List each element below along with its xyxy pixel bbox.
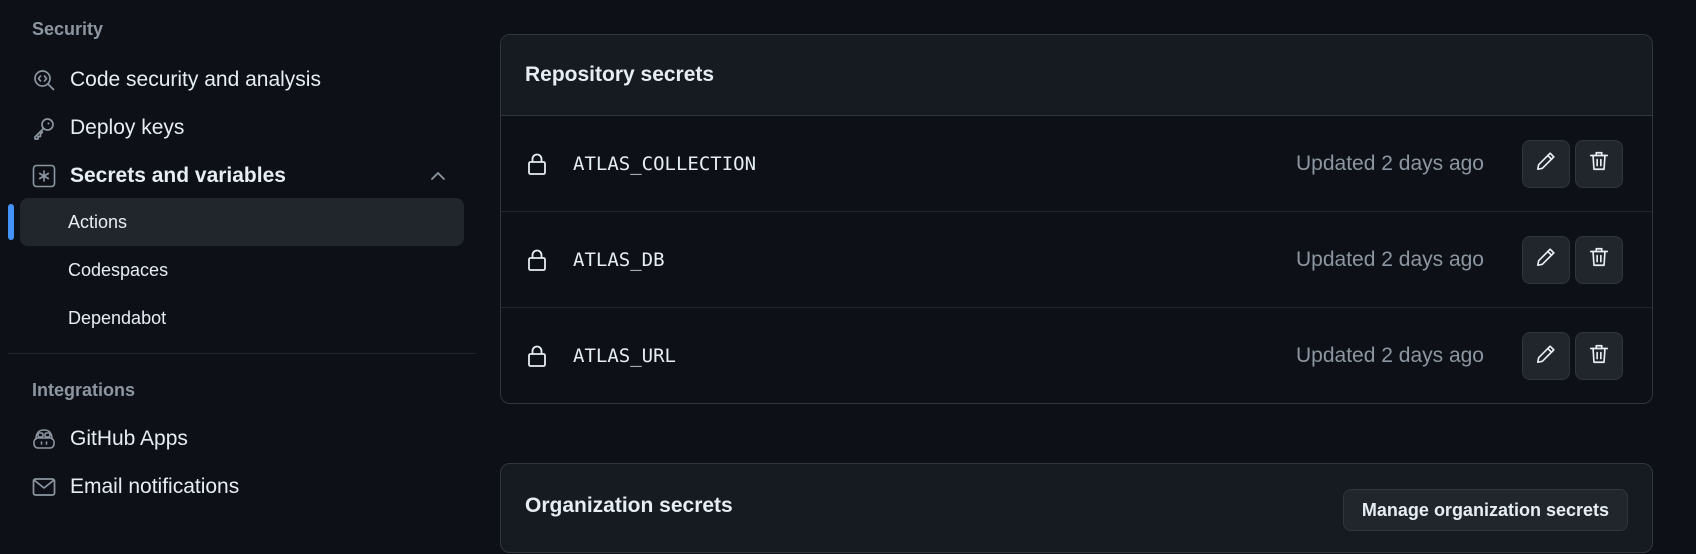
sidebar-item-label: Deploy keys: [70, 116, 185, 139]
sidebar-item-label: Secrets and variables: [70, 164, 286, 187]
sidebar-subitem-label: Dependabot: [68, 307, 167, 328]
secret-row: ATLAS_COLLECTION Updated 2 days ago: [501, 116, 1652, 212]
delete-secret-button[interactable]: [1575, 139, 1623, 188]
secret-name: ATLAS_COLLECTION: [573, 152, 757, 175]
sidebar-item-code-security[interactable]: Code security and analysis: [20, 56, 464, 104]
secret-row: ATLAS_URL Updated 2 days ago: [501, 308, 1652, 404]
sidebar-subitem-codespaces[interactable]: Codespaces: [20, 246, 464, 294]
sidebar-subitem-label: Actions: [68, 211, 128, 232]
edit-secret-button[interactable]: [1522, 139, 1570, 188]
sidebar-item-label: GitHub Apps: [70, 427, 188, 450]
lock-icon: [525, 344, 549, 368]
sidebar-item-label: Code security and analysis: [70, 68, 321, 91]
pencil-icon: [1535, 246, 1557, 273]
copilot-icon: [32, 427, 56, 451]
active-indicator: [8, 204, 14, 240]
pencil-icon: [1535, 150, 1557, 177]
manage-organization-secrets-button[interactable]: Manage organization secrets: [1342, 489, 1628, 531]
secret-name: ATLAS_URL: [573, 345, 676, 367]
lock-icon: [525, 152, 549, 176]
repository-secrets-title: Repository secrets: [525, 63, 715, 86]
lock-icon: [525, 248, 549, 272]
secret-updated-time: Updated 2 days ago: [1296, 247, 1484, 271]
sidebar-subitem-actions[interactable]: Actions: [20, 198, 464, 246]
sidebar-item-deploy-keys[interactable]: Deploy keys: [20, 104, 464, 152]
codescan-icon: [32, 68, 56, 92]
settings-sidebar: Security Code security and analysis Depl…: [8, 0, 476, 523]
integrations-heading: Integrations: [32, 380, 136, 400]
organization-secrets-panel: Organization secrets Manage organization…: [500, 463, 1653, 553]
trash-icon: [1588, 246, 1610, 273]
key-icon: [32, 116, 56, 140]
trash-icon: [1588, 150, 1610, 177]
secret-updated-time: Updated 2 days ago: [1296, 344, 1484, 367]
repository-secrets-panel: Repository secrets ATLAS_COLLECTION Upda…: [500, 34, 1653, 404]
delete-secret-button[interactable]: [1575, 235, 1623, 284]
sidebar-item-github-apps[interactable]: GitHub Apps: [20, 415, 464, 463]
edit-secret-button[interactable]: [1522, 332, 1570, 380]
security-heading: Security: [32, 19, 104, 39]
asterisk-icon: [32, 164, 56, 188]
sidebar-subitem-label: Codespaces: [68, 259, 169, 280]
sidebar-item-secrets-and-variables[interactable]: Secrets and variables: [20, 152, 464, 200]
organization-secrets-header: Organization secrets Manage organization…: [501, 464, 1652, 554]
edit-secret-button[interactable]: [1522, 235, 1570, 284]
sidebar-item-email-notifications[interactable]: Email notifications: [20, 463, 464, 511]
trash-icon: [1588, 343, 1610, 370]
sidebar-divider: [8, 353, 476, 354]
delete-secret-button[interactable]: [1575, 332, 1623, 380]
secret-row: ATLAS_DB Updated 2 days ago: [501, 212, 1652, 308]
chevron-up-icon[interactable]: [426, 164, 450, 188]
repository-secrets-header: Repository secrets: [501, 35, 1652, 116]
mail-icon: [32, 475, 56, 499]
sidebar-item-label: Email notifications: [70, 475, 240, 498]
secret-updated-time: Updated 2 days ago: [1296, 151, 1484, 175]
secret-name: ATLAS_DB: [573, 248, 665, 271]
pencil-icon: [1535, 343, 1557, 370]
sidebar-subitem-dependabot[interactable]: Dependabot: [20, 294, 464, 342]
organization-secrets-title: Organization secrets: [525, 494, 733, 517]
